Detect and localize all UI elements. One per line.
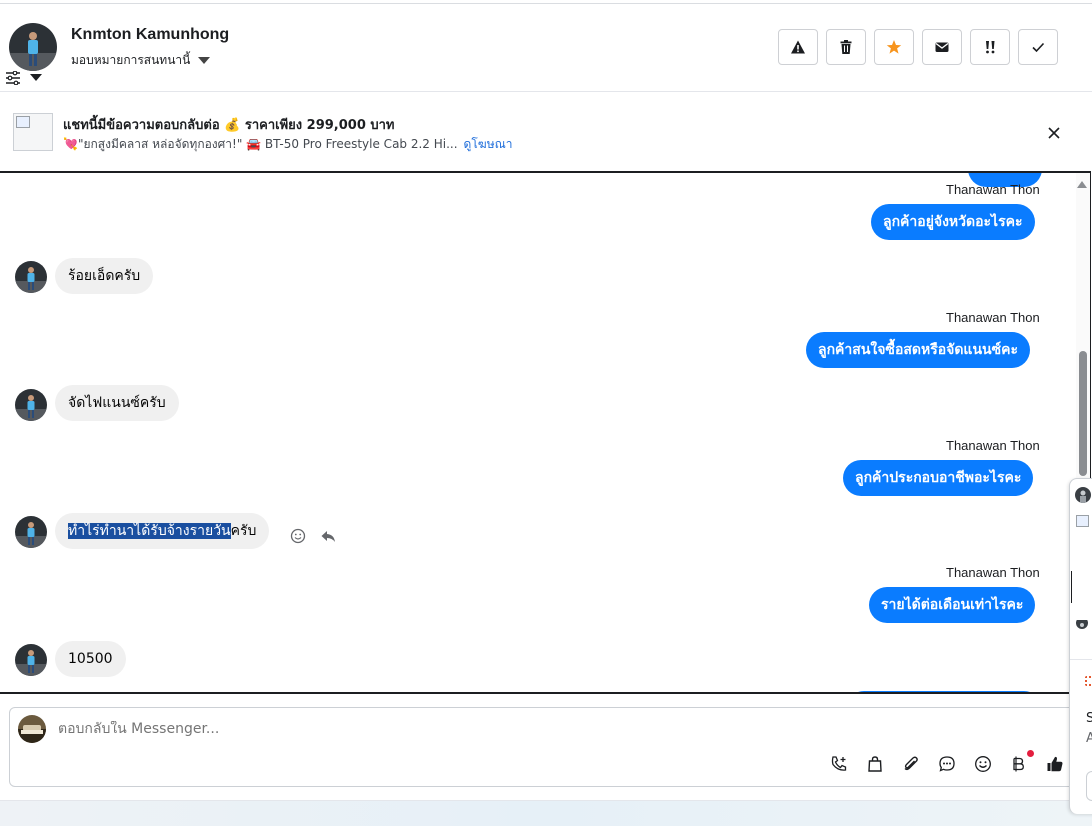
contact-avatar-small <box>15 644 47 676</box>
thumbs-up-icon[interactable] <box>1046 755 1064 773</box>
inbox-conversation-view: Knmton Kamunhong มอบหมายการสนทนานี้ แชทน… <box>0 0 1092 826</box>
ad-context-banner: แชทนี้มีข้อความตอบกลับต่อ 💰 ราคาเพียง 29… <box>0 92 1092 172</box>
conversation-header: Knmton Kamunhong มอบหมายการสนทนานี้ <box>0 4 1092 92</box>
chevron-down-icon <box>198 57 211 64</box>
page-footer-strip <box>0 800 1092 826</box>
payment-button[interactable] <box>1010 750 1034 773</box>
reply-input[interactable] <box>58 721 958 737</box>
page-avatar <box>18 715 46 743</box>
close-ad-button[interactable] <box>1044 123 1064 143</box>
scrollbar-thumb[interactable] <box>1079 351 1087 476</box>
filter-dropdown-caret-icon[interactable] <box>30 74 42 81</box>
selected-text: ทำไร่ทำนาได้รับจ้างรายวัน <box>68 523 231 539</box>
incoming-message-bubble[interactable]: 10500 <box>55 641 126 677</box>
trash-icon <box>840 40 852 54</box>
assign-conversation-dropdown[interactable]: มอบหมายการสนทนานี้ <box>71 51 211 70</box>
message-text: ครับ <box>230 523 257 539</box>
side-panel-divider <box>1070 659 1092 660</box>
outgoing-message-bubble-partial <box>846 691 1042 692</box>
spam-button[interactable] <box>778 29 818 65</box>
notification-dot <box>1027 750 1034 757</box>
assign-conversation-label: มอบหมายการสนทนานี้ <box>71 53 191 67</box>
envelope-icon <box>935 42 949 52</box>
checkmark-icon <box>1032 42 1045 53</box>
ad-subtitle-row: 💘"ยกสูงมีคลาส หล่อจัดทุกองศา!" 🚘 BT-50 P… <box>63 135 512 154</box>
incoming-message-bubble[interactable]: ทำไร่ทำนาได้รับจ้างรายวันครับ <box>55 513 270 549</box>
contact-avatar-small <box>15 261 47 293</box>
star-icon <box>886 40 902 54</box>
message-sender: Thanawan Thon <box>946 438 1040 453</box>
side-avatar <box>1075 487 1091 503</box>
contact-avatar-small <box>15 516 47 548</box>
message-sender: Thanawan Thon <box>946 182 1040 197</box>
side-brand-icon <box>1085 676 1092 686</box>
paperclip-icon[interactable] <box>902 755 920 773</box>
message-composer <box>9 707 1079 787</box>
outgoing-message-bubble[interactable]: ลูกค้าประกอบอาชีพอะไรคะ <box>843 460 1034 496</box>
side-divider-line <box>1071 571 1072 603</box>
side-avatar-small <box>1076 617 1088 629</box>
filter-sliders-icon[interactable] <box>5 70 21 86</box>
follow-up-button[interactable] <box>970 29 1010 65</box>
incoming-message-bubble[interactable]: ร้อยเอ็ดครับ <box>55 258 154 294</box>
side-panel-subtext: A <box>1086 731 1092 746</box>
emoji-icon[interactable] <box>974 755 992 773</box>
side-panel-text: S <box>1086 711 1092 726</box>
star-button[interactable] <box>874 29 914 65</box>
contact-name[interactable]: Knmton Kamunhong <box>71 26 229 44</box>
outgoing-message-bubble[interactable]: ลูกค้าอยู่จังหวัดอะไรคะ <box>871 204 1035 240</box>
baht-icon <box>1013 756 1024 772</box>
outgoing-message-bubble[interactable]: ลูกค้าสนใจซื้อสดหรือจัดแนนซ์คะ <box>806 332 1030 368</box>
message-thread[interactable]: Thanawan Thon ลูกค้าอยู่จังหวัดอะไรคะ ร้… <box>0 171 1091 694</box>
mark-unread-button[interactable] <box>922 29 962 65</box>
message-sender: Thanawan Thon <box>946 565 1040 580</box>
reply-icon[interactable] <box>320 528 336 544</box>
double-exclamation-icon <box>986 41 995 54</box>
outgoing-message-bubble[interactable]: รายได้ต่อเดือนเท่าไรคะ <box>869 587 1036 623</box>
shopping-bag-icon[interactable] <box>866 755 884 773</box>
header-actions <box>778 29 1058 65</box>
delete-button[interactable] <box>826 29 866 65</box>
react-emoji-icon[interactable] <box>290 528 306 544</box>
message-sender: Thanawan Thon <box>946 310 1040 325</box>
message-hover-tools <box>290 528 336 544</box>
contact-avatar[interactable] <box>9 23 57 71</box>
side-image-thumbnail <box>1076 515 1089 527</box>
ad-thumbnail-image[interactable] <box>13 113 53 151</box>
contact-avatar-small <box>15 389 47 421</box>
chat-bubble-icon[interactable] <box>938 755 956 773</box>
close-icon <box>1048 127 1060 139</box>
ad-subtitle: 💘"ยกสูงมีคลาส หล่อจัดทุกองศา!" 🚘 BT-50 P… <box>63 137 458 151</box>
mark-done-button[interactable] <box>1018 29 1058 65</box>
side-popup-panel[interactable]: S A <box>1069 478 1092 814</box>
composer-toolbar <box>830 750 1064 773</box>
view-ad-link[interactable]: ดูโฆษณา <box>464 135 513 154</box>
ad-title: แชทนี้มีข้อความตอบกลับต่อ 💰 ราคาเพียง 29… <box>63 118 395 133</box>
call-add-icon[interactable] <box>830 755 848 773</box>
incoming-message-bubble[interactable]: จัดไฟแนนซ์ครับ <box>55 385 179 421</box>
warning-icon <box>791 40 805 54</box>
scroll-up-arrow-icon[interactable] <box>1077 181 1087 188</box>
side-panel-button[interactable] <box>1086 771 1092 801</box>
